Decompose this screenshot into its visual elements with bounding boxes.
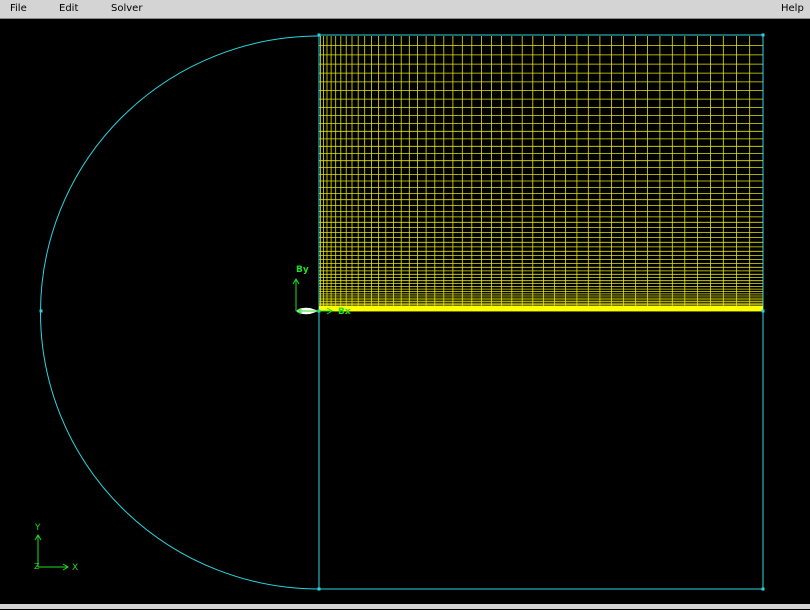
domain-geometry	[40, 34, 764, 590]
farfield-arc	[40, 35, 320, 590]
body-y-label: By	[296, 265, 309, 275]
vertex-marker[interactable]	[761, 587, 765, 591]
menu-bar: File Edit Solver Help	[0, 0, 810, 19]
menu-file-label: File	[10, 3, 27, 14]
menu-edit-label: Edit	[59, 3, 79, 14]
boundary-layer-band	[319, 306, 763, 311]
mesh-canvas[interactable]: By Bx ‡ Y X Z	[0, 19, 810, 606]
vertex-marker[interactable]	[761, 33, 765, 37]
body-x-label: Bx	[338, 307, 351, 317]
menu-help-label: Help	[781, 3, 804, 14]
menu-solver[interactable]: Solver	[111, 3, 142, 15]
global-z-label: Z	[34, 562, 40, 571]
geometry-vertices	[39, 33, 765, 591]
global-x-label: X	[72, 563, 78, 573]
vertex-marker[interactable]	[761, 309, 765, 313]
menu-edit[interactable]: Edit	[59, 3, 78, 15]
global-y-label: Y	[34, 523, 41, 533]
body-marker-label: ‡	[298, 307, 302, 316]
vertex-marker[interactable]	[39, 309, 43, 313]
menu-file[interactable]: File	[10, 3, 27, 15]
graphics-viewport[interactable]: By Bx ‡ Y X Z	[0, 19, 810, 606]
global-axis-triad: Y X Z	[34, 523, 78, 573]
menu-help[interactable]: Help	[781, 3, 804, 15]
menu-solver-label: Solver	[111, 3, 143, 14]
vertex-marker[interactable]	[317, 587, 321, 591]
window-bottom-border	[0, 604, 810, 609]
vertex-marker[interactable]	[317, 33, 321, 37]
structured-mesh	[319, 36, 763, 312]
